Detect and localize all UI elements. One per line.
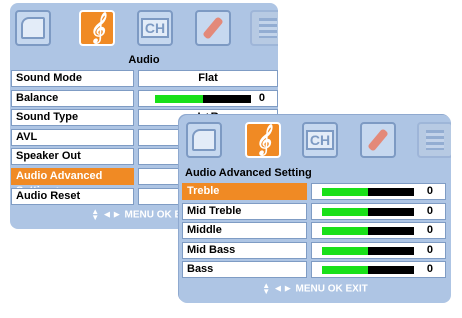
level-bar[interactable]	[322, 246, 414, 255]
level-value: 0	[426, 185, 433, 197]
level-bar[interactable]	[322, 188, 414, 196]
row-label: Sound Mode	[11, 70, 134, 87]
tab-audio[interactable]: 𝄞	[79, 10, 115, 46]
row-value: 0	[311, 202, 446, 220]
menu-tab-bar: 𝄞 CH	[10, 3, 278, 53]
footer-hint-text: ◄► MENU OK EXIT	[272, 283, 368, 295]
menu-row-bass[interactable]: Bass 0	[182, 261, 446, 278]
list-icon	[259, 18, 277, 38]
row-label: Speaker Out	[11, 148, 134, 166]
music-note-icon: 𝄞	[89, 13, 105, 43]
tab-list[interactable]	[417, 122, 451, 158]
row-label: Bass	[182, 261, 307, 278]
submenu-title: Audio Advanced Setting	[185, 167, 312, 179]
row-value: 0	[311, 241, 446, 259]
row-label: Treble	[182, 183, 307, 200]
row-value: 0	[311, 261, 446, 278]
audio-advanced-setting-panel: 𝄞 CH Audio Advanced Setting Treble 0 Mid T…	[179, 115, 451, 303]
tab-list[interactable]	[250, 10, 278, 46]
picture-icon	[192, 129, 216, 151]
row-label: Balance	[11, 89, 134, 107]
wrench-icon	[367, 128, 389, 152]
level-value: 0	[426, 204, 433, 217]
tab-audio[interactable]: 𝄞	[245, 122, 281, 158]
up-down-arrows-icon: ▲ ▼	[91, 207, 100, 222]
channel-icon: CH	[305, 130, 335, 150]
row-label: Sound Type	[11, 109, 134, 127]
menu-row-balance[interactable]: Balance 0	[11, 89, 278, 107]
row-label: Mid Bass	[182, 241, 307, 259]
wrench-icon	[202, 16, 224, 40]
row-label: Audio Reset	[11, 187, 134, 205]
tab-setup[interactable]	[360, 122, 396, 158]
menu-row-mid-treble[interactable]: Mid Treble 0	[182, 202, 446, 220]
level-bar-fill	[322, 246, 368, 255]
tab-picture[interactable]	[15, 10, 51, 46]
level-value: 0	[426, 224, 433, 236]
level-bar-fill	[155, 94, 203, 103]
level-bar-fill	[322, 227, 368, 235]
submenu-footer: ▲ ▼ ◄► MENU OK EXIT	[179, 281, 451, 297]
row-value: Flat	[138, 70, 278, 87]
level-bar-fill	[322, 266, 368, 274]
row-value: 0	[311, 183, 446, 200]
tab-channel[interactable]: CH	[137, 10, 173, 46]
level-bar[interactable]	[322, 266, 414, 274]
level-bar[interactable]	[322, 227, 414, 235]
menu-row-mid-bass[interactable]: Mid Bass 0	[182, 241, 446, 259]
row-value: 0	[138, 89, 278, 107]
menu-row-sound-mode[interactable]: Sound Mode Flat	[11, 70, 278, 87]
music-note-icon: 𝄞	[255, 125, 271, 155]
row-label: AVL	[11, 128, 134, 146]
level-bar[interactable]	[322, 207, 414, 216]
level-value: 0	[426, 263, 433, 275]
up-down-arrows-icon: ▲ ▼	[262, 281, 271, 296]
row-label: Audio Advanced Setting >	[11, 168, 134, 197]
picture-icon	[21, 17, 45, 39]
tab-channel[interactable]: CH	[302, 122, 338, 158]
level-value: 0	[258, 91, 265, 104]
level-value: 0	[426, 243, 433, 256]
tab-setup[interactable]	[195, 10, 231, 46]
list-icon	[426, 130, 444, 150]
tab-picture[interactable]	[186, 122, 222, 158]
option-value: Flat	[198, 72, 218, 84]
menu-row-middle[interactable]: Middle 0	[182, 222, 446, 239]
row-label: Middle	[182, 222, 307, 239]
row-label: Mid Treble	[182, 202, 307, 220]
channel-icon: CH	[140, 18, 170, 38]
row-value: 0	[311, 222, 446, 239]
level-bar-fill	[322, 207, 368, 216]
submenu-tab-bar: 𝄞 CH	[179, 115, 451, 165]
level-bar[interactable]	[155, 94, 251, 103]
menu-row-treble[interactable]: Treble 0	[182, 183, 446, 200]
level-bar-fill	[322, 188, 368, 196]
menu-title: Audio	[128, 54, 160, 66]
